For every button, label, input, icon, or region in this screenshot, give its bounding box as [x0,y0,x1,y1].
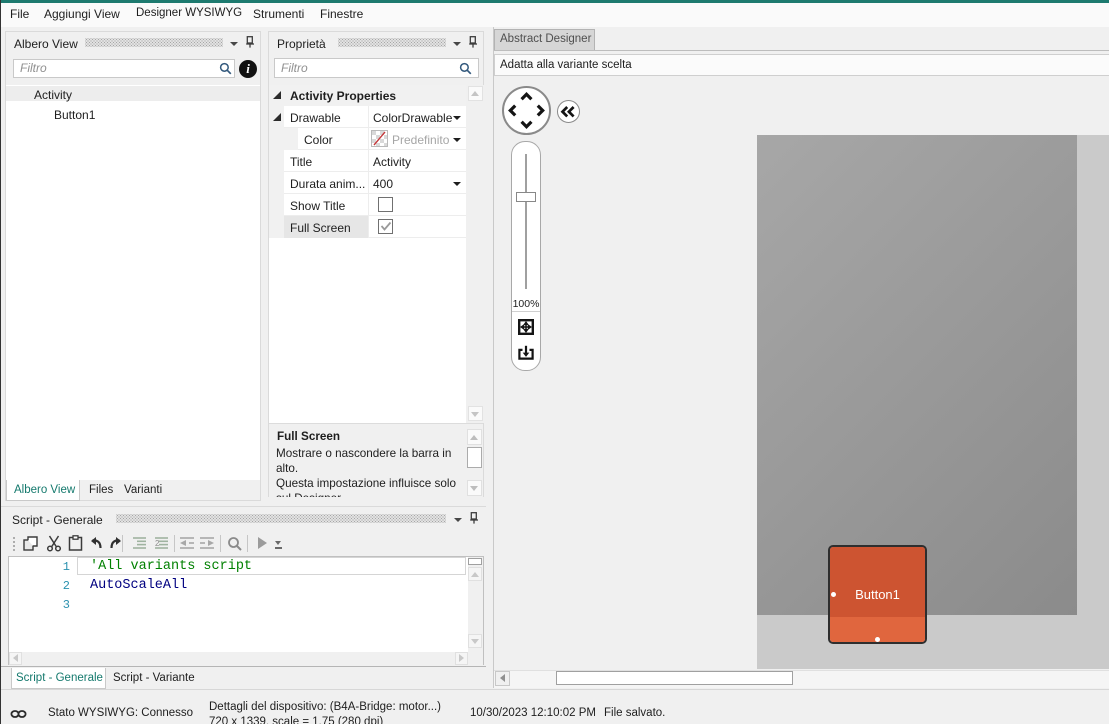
svg-text:2: 2 [155,539,160,548]
